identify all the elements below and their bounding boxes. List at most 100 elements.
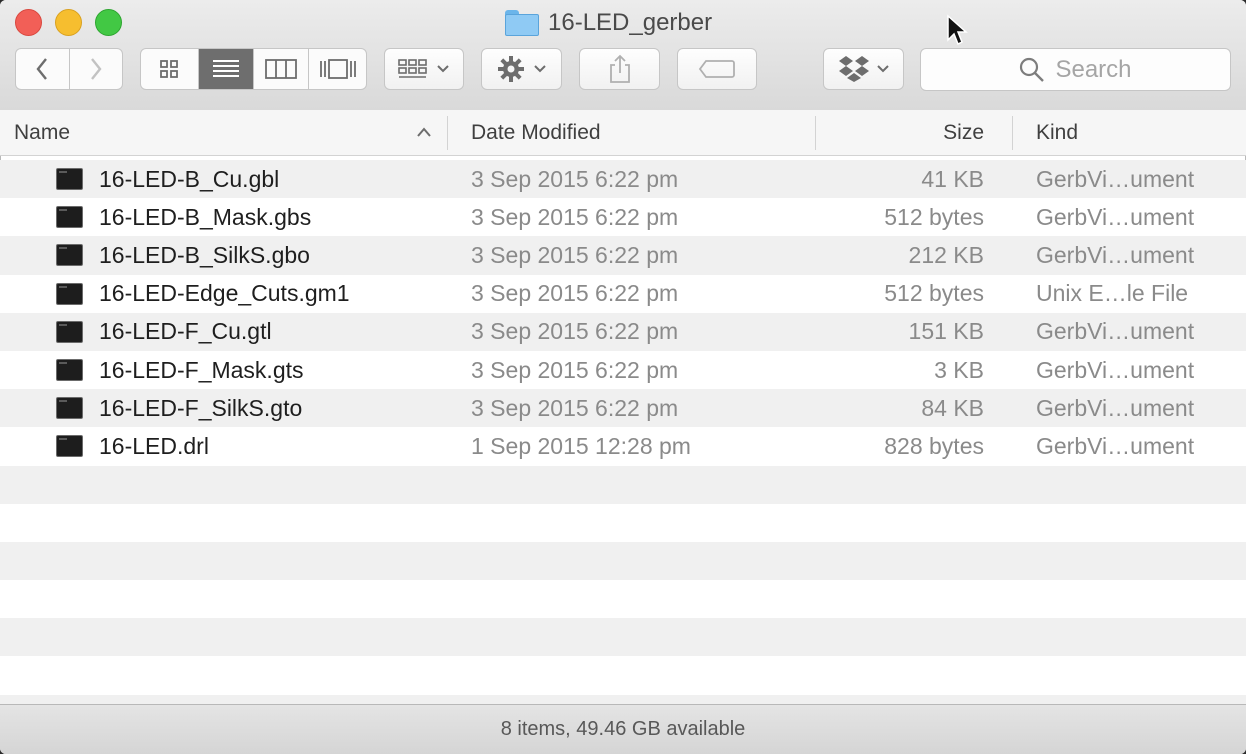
file-size: 3 KB (934, 356, 984, 383)
file-date: 3 Sep 2015 6:22 pm (471, 318, 679, 345)
window-title-text: 16-LED_gerber (548, 9, 713, 36)
column-divider[interactable] (1012, 116, 1013, 150)
file-size: 828 bytes (884, 432, 984, 459)
share-button[interactable] (579, 48, 660, 90)
file-date: 3 Sep 2015 6:22 pm (471, 394, 679, 421)
file-row[interactable]: 16-LED-B_SilkS.gbo 3 Sep 2015 6:22 pm 21… (0, 236, 1246, 275)
document-icon (56, 282, 83, 305)
zoom-window-button[interactable] (95, 9, 122, 36)
empty-row (0, 580, 1246, 619)
column-divider[interactable] (815, 116, 816, 150)
column-header-name[interactable]: Name (14, 110, 444, 155)
column-header-size-label: Size (943, 120, 984, 144)
status-text: 8 items, 49.46 GB available (500, 718, 746, 740)
file-date: 3 Sep 2015 6:22 pm (471, 280, 679, 307)
chevron-left-icon (36, 58, 48, 80)
empty-row (0, 541, 1246, 581)
chevron-down-icon (533, 65, 546, 73)
file-kind: Unix E…le File (1036, 280, 1189, 307)
nav-buttons (15, 48, 123, 90)
document-icon (56, 206, 83, 229)
icon-grid-icon (160, 60, 179, 78)
file-date: 3 Sep 2015 6:22 pm (471, 241, 679, 268)
file-size: 151 KB (908, 318, 984, 345)
back-button[interactable] (16, 49, 70, 89)
finder-window: 16-LED_gerber Search Name Date Modified … (0, 0, 1246, 754)
tags-button[interactable] (677, 48, 757, 90)
file-name: 16-LED-B_Mask.gbs (99, 203, 312, 230)
empty-row (0, 465, 1246, 504)
column-header-size[interactable]: Size (818, 110, 984, 155)
arrange-grid-icon (398, 59, 427, 78)
document-icon (56, 320, 83, 343)
file-date: 3 Sep 2015 6:22 pm (471, 203, 679, 230)
sort-ascending-icon (417, 127, 431, 137)
icon-view-button[interactable] (141, 49, 199, 89)
file-name: 16-LED-Edge_Cuts.gm1 (99, 280, 350, 307)
search-placeholder: Search (1055, 55, 1132, 83)
empty-row (0, 656, 1246, 695)
search-field[interactable]: Search (920, 48, 1231, 91)
tag-icon (698, 60, 735, 78)
search-icon (1020, 57, 1045, 82)
file-kind: GerbVi…ument (1036, 318, 1195, 345)
dropbox-button[interactable] (823, 48, 904, 90)
document-icon (56, 397, 83, 420)
cover-flow-icon (319, 59, 356, 79)
columns-icon (265, 59, 298, 79)
file-row[interactable]: 16-LED-F_Mask.gts 3 Sep 2015 6:22 pm 3 K… (0, 350, 1246, 390)
column-header-date[interactable]: Date Modified (471, 110, 811, 155)
document-icon (56, 168, 83, 190)
status-bar: 8 items, 49.46 GB available (0, 704, 1246, 754)
file-size: 41 KB (921, 165, 984, 192)
toolbar: 16-LED_gerber Search (0, 0, 1246, 111)
chevron-right-icon (90, 58, 102, 80)
column-header-row: Name Date Modified Size Kind (0, 110, 1246, 156)
document-icon (56, 435, 83, 458)
file-kind: GerbVi…ument (1036, 203, 1195, 230)
file-kind: GerbVi…ument (1036, 356, 1195, 383)
file-name: 16-LED-F_Mask.gts (99, 356, 304, 383)
close-window-button[interactable] (15, 9, 42, 36)
file-row[interactable]: 16-LED.drl 1 Sep 2015 12:28 pm 828 bytes… (0, 427, 1246, 466)
mouse-pointer-icon (947, 14, 968, 46)
forward-button[interactable] (70, 49, 123, 89)
document-icon (56, 244, 83, 267)
file-row[interactable]: 16-LED-F_Cu.gtl 3 Sep 2015 6:22 pm 151 K… (0, 312, 1246, 351)
file-name: 16-LED-F_Cu.gtl (99, 318, 272, 345)
file-row[interactable]: 16-LED-B_Mask.gbs 3 Sep 2015 6:22 pm 512… (0, 198, 1246, 237)
file-name: 16-LED-B_SilkS.gbo (99, 241, 310, 268)
file-kind: GerbVi…ument (1036, 241, 1195, 268)
file-size: 512 bytes (884, 203, 984, 230)
column-header-name-label: Name (14, 120, 71, 144)
column-divider[interactable] (447, 116, 448, 150)
gear-icon (497, 56, 524, 82)
empty-row (0, 503, 1246, 542)
view-mode-switcher (140, 48, 367, 90)
file-name: 16-LED-B_Cu.gbl (99, 165, 280, 192)
column-view-button[interactable] (254, 49, 310, 89)
action-button[interactable] (481, 48, 562, 90)
file-row[interactable]: 16-LED-B_Cu.gbl 3 Sep 2015 6:22 pm 41 KB… (0, 160, 1246, 199)
file-date: 3 Sep 2015 6:22 pm (471, 165, 679, 192)
chevron-down-icon (437, 65, 449, 73)
file-name: 16-LED-F_SilkS.gto (99, 394, 303, 421)
share-icon (609, 54, 630, 83)
file-size: 512 bytes (884, 280, 984, 307)
file-date: 1 Sep 2015 12:28 pm (471, 432, 691, 459)
list-view-button[interactable] (198, 49, 255, 89)
file-date: 3 Sep 2015 6:22 pm (471, 356, 679, 383)
folder-icon (505, 10, 539, 36)
file-kind: GerbVi…ument (1036, 432, 1195, 459)
file-list: 16-LED-B_Cu.gbl 3 Sep 2015 6:22 pm 41 KB… (0, 160, 1246, 733)
file-row[interactable]: 16-LED-Edge_Cuts.gm1 3 Sep 2015 6:22 pm … (0, 274, 1246, 313)
column-header-kind[interactable]: Kind (1036, 110, 1236, 155)
file-name: 16-LED.drl (99, 432, 209, 459)
minimize-window-button[interactable] (55, 9, 82, 36)
file-row[interactable]: 16-LED-F_SilkS.gto 3 Sep 2015 6:22 pm 84… (0, 389, 1246, 428)
column-header-date-label: Date Modified (471, 120, 601, 144)
arrange-button[interactable] (384, 48, 464, 90)
document-icon (56, 358, 83, 381)
cover-flow-button[interactable] (309, 49, 366, 89)
chevron-down-icon (876, 65, 889, 73)
